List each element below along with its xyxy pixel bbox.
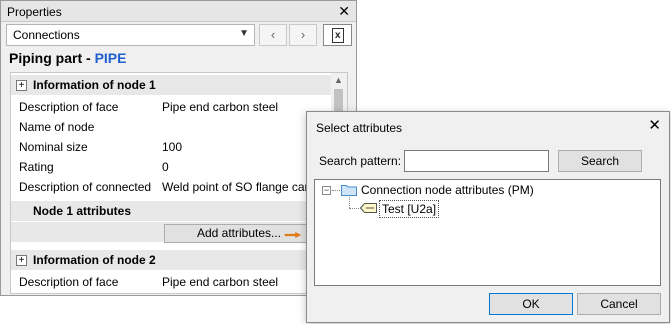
- property-value: Weld point of SO flange carbon steel: [162, 180, 328, 194]
- attribute-tree: − Connection node attributes (PM) Test […: [314, 179, 661, 286]
- previous-button[interactable]: ‹: [259, 24, 287, 46]
- search-input[interactable]: [404, 150, 549, 172]
- ok-button[interactable]: OK: [489, 293, 573, 315]
- property-row[interactable]: Name of node: [11, 117, 332, 137]
- property-label: Rating: [19, 160, 54, 174]
- attribute-tag-icon: [360, 203, 377, 213]
- property-value: Pipe end carbon steel: [162, 275, 279, 289]
- tree-connector: [349, 208, 359, 209]
- search-button[interactable]: Search: [558, 150, 642, 172]
- properties-panel: Properties ✕ Connections ▼ ‹ › x Piping …: [0, 0, 357, 296]
- close-icon[interactable]: ✕: [648, 118, 661, 134]
- properties-title: Properties: [7, 5, 62, 19]
- property-label: Description of face: [19, 275, 119, 289]
- arrow-right-icon: [284, 232, 302, 238]
- next-button[interactable]: ›: [289, 24, 317, 46]
- properties-titlebar: Properties ✕: [1, 1, 356, 22]
- property-row[interactable]: Rating 0: [11, 157, 332, 177]
- search-pattern-label: Search pattern:: [319, 154, 402, 168]
- property-label: Description of connected: [19, 180, 152, 194]
- node1-attributes-label: Node 1 attributes: [33, 204, 132, 218]
- property-value: 100: [162, 140, 183, 154]
- section-node1[interactable]: + Information of node 1: [11, 75, 332, 95]
- category-dropdown[interactable]: Connections ▼: [6, 24, 255, 46]
- tree-root-node[interactable]: Connection node attributes (PM): [361, 183, 534, 197]
- heading-prefix: Piping part -: [9, 50, 91, 66]
- property-row[interactable]: Description of face Pipe end carbon stee…: [11, 272, 332, 292]
- property-label: Description of face: [19, 100, 119, 114]
- section-label: Information of node 2: [33, 253, 156, 267]
- tree-child-node[interactable]: Test [U2a]: [379, 200, 440, 218]
- folder-icon: [341, 185, 357, 196]
- heading-part-type: PIPE: [94, 50, 127, 66]
- select-attributes-dialog: Select attributes ✕ Search pattern: Sear…: [306, 111, 670, 323]
- property-label: Name of node: [19, 120, 95, 134]
- property-row[interactable]: Nominal size 100: [11, 137, 332, 157]
- cancel-button[interactable]: Cancel: [577, 293, 661, 315]
- property-value: Pipe end carbon steel: [162, 100, 279, 114]
- section-node2[interactable]: + Information of node 2: [11, 250, 332, 270]
- export-excel-button[interactable]: x: [323, 24, 352, 46]
- tree-connector: [332, 190, 340, 191]
- scroll-up-icon[interactable]: ▲: [334, 75, 343, 85]
- property-row[interactable]: Description of face Pipe end carbon stee…: [11, 97, 332, 117]
- chevron-down-icon: ▼: [239, 28, 249, 39]
- dialog-title: Select attributes: [316, 121, 403, 135]
- property-row[interactable]: Description of connected Weld point of S…: [11, 177, 332, 197]
- property-label: Nominal size: [19, 140, 88, 154]
- property-value: 0: [162, 160, 169, 174]
- properties-toolbar: Connections ▼ ‹ › x: [6, 24, 352, 46]
- category-dropdown-value: Connections: [13, 28, 80, 42]
- page-title: Piping part - PIPE: [9, 50, 126, 66]
- close-icon[interactable]: ✕: [338, 3, 350, 19]
- collapse-icon[interactable]: −: [322, 186, 331, 195]
- property-grid: + Information of node 1 Description of f…: [10, 72, 348, 294]
- tree-connector: [349, 197, 350, 208]
- expand-icon[interactable]: +: [16, 80, 27, 91]
- chevron-right-icon: ›: [300, 27, 306, 42]
- section-label: Information of node 1: [33, 78, 156, 92]
- node1-attributes-header: Node 1 attributes: [11, 201, 332, 221]
- excel-export-icon: x: [332, 28, 344, 43]
- chevron-left-icon: ‹: [270, 27, 276, 42]
- expand-icon[interactable]: +: [16, 255, 27, 266]
